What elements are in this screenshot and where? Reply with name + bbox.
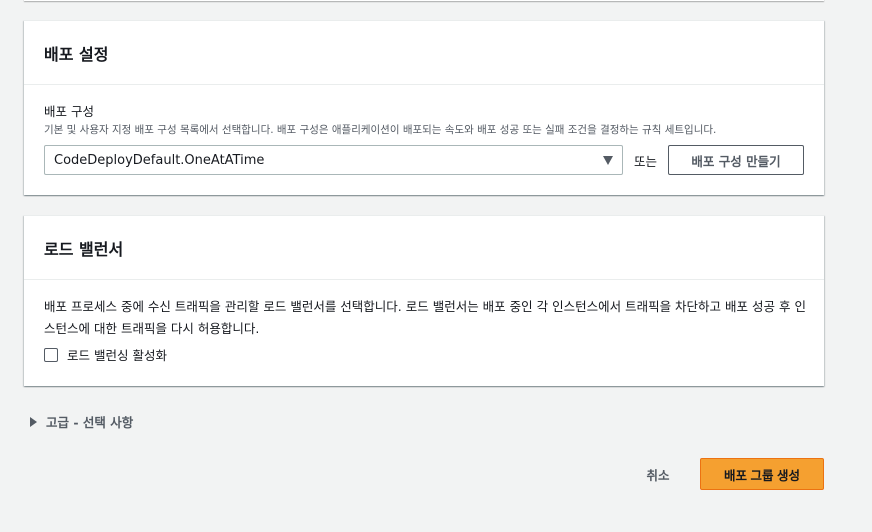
deploy-settings-body: 배포 구성 기본 및 사용자 지정 배포 구성 목록에서 선택합니다. 배포 구… <box>24 85 824 193</box>
load-balancer-title: 로드 밸런서 <box>44 239 124 259</box>
load-balancer-body: 배포 프로세스 중에 수신 트래픽을 관리할 로드 밸런서를 선택합니다. 로드… <box>24 280 824 382</box>
previous-section-card <box>24 0 824 1</box>
load-balancer-description: 배포 프로세스 중에 수신 트래픽을 관리할 로드 밸런서를 선택합니다. 로드… <box>44 299 806 336</box>
advanced-expander[interactable]: 고급 - 선택 사항 <box>30 412 133 431</box>
deploy-settings-header: 배포 설정 <box>24 21 824 85</box>
caret-right-icon <box>30 416 37 427</box>
cancel-button[interactable]: 취소 <box>636 458 680 490</box>
deploy-config-description: 기본 및 사용자 지정 배포 구성 목록에서 선택합니다. 배포 구성은 애플리… <box>44 124 717 136</box>
deploy-config-select[interactable]: CodeDeployDefault.OneAtATime <box>44 145 623 175</box>
load-balancing-checkbox-label[interactable]: 로드 밸런싱 활성화 <box>67 345 167 364</box>
deploy-config-selected-value: CodeDeployDefault.OneAtATime <box>54 152 265 168</box>
deploy-settings-title: 배포 설정 <box>44 44 109 64</box>
deploy-config-row: CodeDeployDefault.OneAtATime 또는 배포 구성 만들… <box>44 145 804 175</box>
load-balancer-card: 로드 밸런서 배포 프로세스 중에 수신 트래픽을 관리할 로드 밸런서를 선택… <box>24 215 824 386</box>
load-balancing-checkbox[interactable] <box>44 347 58 362</box>
deploy-config-label: 배포 구성 <box>44 104 94 119</box>
or-text: 또는 <box>633 153 657 169</box>
deploy-settings-card: 배포 설정 배포 구성 기본 및 사용자 지정 배포 구성 목록에서 선택합니다… <box>24 20 824 195</box>
create-deploy-config-button[interactable]: 배포 구성 만들기 <box>668 145 804 175</box>
advanced-label: 고급 - 선택 사항 <box>46 415 134 430</box>
load-balancer-header: 로드 밸런서 <box>24 216 824 280</box>
create-deployment-group-button[interactable]: 배포 그룹 생성 <box>700 458 824 490</box>
caret-down-icon <box>602 155 613 165</box>
load-balancing-checkbox-row[interactable]: 로드 밸런싱 활성화 <box>44 345 804 364</box>
